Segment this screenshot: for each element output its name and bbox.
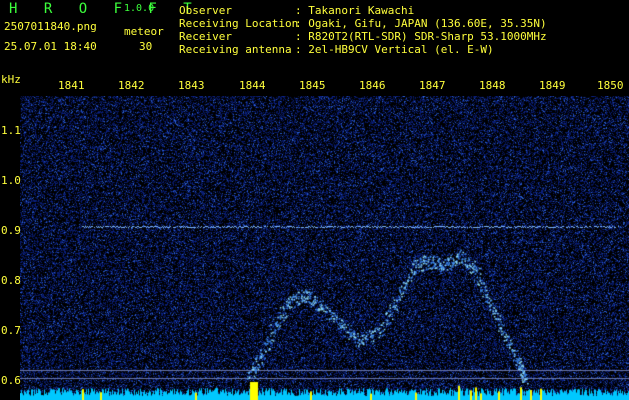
x-tick-label: 1844: [239, 79, 266, 92]
y-tick-label: 0.8: [1, 274, 21, 287]
y-tick-label: 0.6: [1, 374, 21, 387]
y-tick-label: 1.0: [1, 174, 21, 187]
meta-row: Observer: Takanori Kawachi: [179, 4, 415, 17]
hrofft-screen: H R O F F T 1.0.0 2507011840.png meteor …: [0, 0, 629, 400]
x-tick-label: 1842: [118, 79, 145, 92]
meteor-label: meteor: [124, 25, 164, 38]
meta-row: Receiver: R820T2(RTL-SDR) SDR-Sharp 53.1…: [179, 30, 547, 43]
x-tick-label: 1845: [299, 79, 326, 92]
filename: 2507011840.png: [4, 20, 97, 33]
x-tick-label: 1850: [597, 79, 624, 92]
x-tick-label: 1849: [539, 79, 566, 92]
app-logo: H R O F F T: [9, 1, 201, 17]
meta-row: Receiving antenna: 2el-HB9CV Vertical (e…: [179, 43, 494, 56]
y-tick-label: 0.7: [1, 324, 21, 337]
y-tick-label: 0.9: [1, 224, 21, 237]
x-tick-label: 1846: [359, 79, 386, 92]
app-version: 1.0.0: [124, 3, 155, 14]
x-tick-label: 1841: [58, 79, 85, 92]
metadata-block: Observer: Takanori Kawachi Receiving Loc…: [179, 4, 547, 56]
meta-row: Receiving Location: Ogaki, Gifu, JAPAN (…: [179, 17, 547, 30]
y-tick-label: 1.1: [1, 124, 21, 137]
spectrogram: [20, 96, 629, 400]
datetime: 25.07.01 18:40: [4, 40, 97, 53]
x-tick-label: 1848: [479, 79, 506, 92]
y-unit-label: kHz: [1, 73, 21, 86]
x-tick-label: 1843: [178, 79, 205, 92]
meteor-count: 30: [139, 40, 153, 53]
x-tick-label: 1847: [419, 79, 446, 92]
